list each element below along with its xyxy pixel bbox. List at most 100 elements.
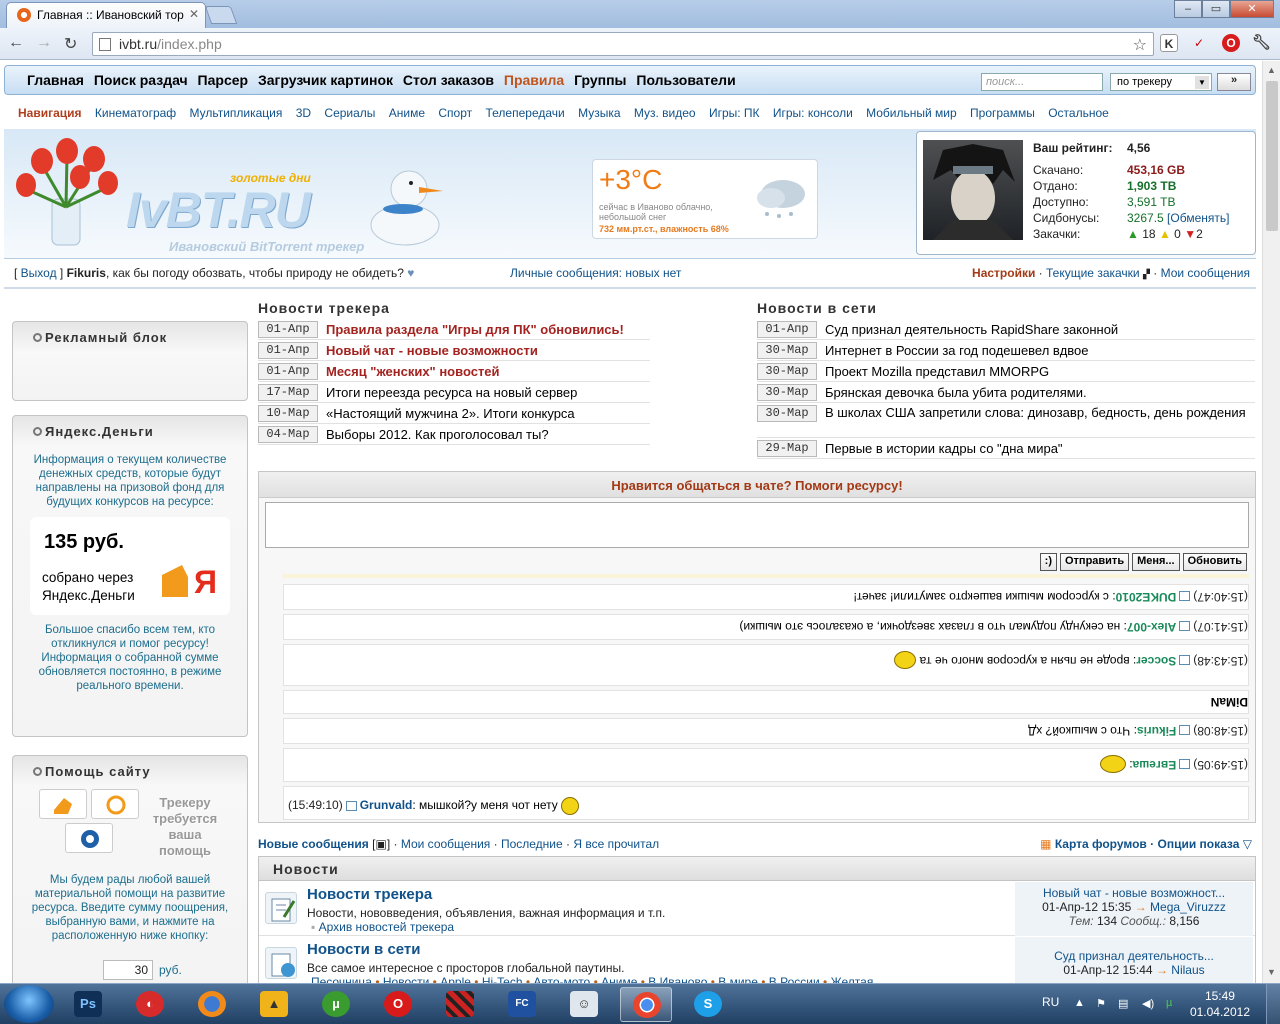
news-title[interactable]: Правила раздела "Игры для ПК" обновились… [326,322,624,337]
user-avatar[interactable] [923,140,1023,240]
last-post-user[interactable]: Nilaus [1171,963,1204,977]
news-title[interactable]: Брянская девочка была убита родителями. [825,385,1087,400]
reply-icon[interactable] [1179,759,1191,769]
menu-rules[interactable]: Правила [504,72,564,88]
qiwi-icon[interactable] [91,789,139,819]
last-post-title[interactable]: Новый чат - новые возможност... [1015,886,1253,900]
taskbar-app-red[interactable]: ◐ [124,987,176,1022]
news-item[interactable]: 30-Мар Проект Mozilla представил MMORPG [757,361,1255,382]
news-item[interactable]: 30-Мар В школах США запретили слова: дино… [757,403,1255,438]
chat-nick[interactable]: DUKE2010 [1116,590,1177,604]
yandex-money-widget[interactable]: 135 руб. собрано через Яндекс.Деньги Я [30,517,230,615]
subforum-link[interactable]: В Иваново [648,975,707,983]
bookmark-star-icon[interactable]: ☆ [1133,35,1147,55]
category-music-video[interactable]: Муз. видео [634,106,696,120]
category-tv[interactable]: Телепередачи [485,106,564,120]
chat-menu-button[interactable]: Меня... [1132,553,1180,571]
taskbar-clock[interactable]: 15:49 01.04.2012 [1190,988,1250,1020]
taskbar-utorrent[interactable]: µ [310,987,362,1022]
news-item[interactable]: 29-Мар Первые в истории кадры со "дна мир… [757,438,1255,459]
webmoney-icon[interactable] [65,823,113,853]
my-messages-link[interactable]: Мои сообщения [1161,266,1250,280]
category-anime[interactable]: Аниме [389,106,425,120]
donation-amount-input[interactable]: 30 [103,960,153,980]
scrollbar-thumb[interactable] [1266,81,1278,231]
reply-icon[interactable] [1179,655,1191,665]
latest-posts-link[interactable]: Последние [501,837,563,851]
category-other[interactable]: Остальное [1048,106,1109,120]
taskbar-app-stripes[interactable] [434,987,486,1022]
news-item[interactable]: 30-Мар Интернет в России за год подешевел… [757,340,1255,361]
search-input[interactable]: поиск... [981,73,1103,91]
reply-icon[interactable] [1179,591,1191,602]
news-title[interactable]: Проект Mozilla представил MMORPG [825,364,1049,379]
extension-k-icon[interactable]: K [1160,34,1178,52]
payment-method-icon[interactable] [39,789,87,819]
username[interactable]: Fikuris [67,266,106,280]
news-item[interactable]: 04-Мар Выборы 2012. Как проголосовал ты? [258,424,650,445]
new-posts-link[interactable]: Новые сообщения [258,837,369,851]
news-item[interactable]: 17-Мар Итоги переезда ресурса на новый се… [258,382,650,403]
maximize-button[interactable]: ▭ [1202,0,1230,18]
menu-image-uploader[interactable]: Загрузчик картинок [258,72,393,88]
subforum-link[interactable]: Apple [440,975,471,983]
chat-send-button[interactable]: Отправить [1059,553,1130,571]
tray-expand-icon[interactable]: ▲ [1074,997,1085,1009]
input-language[interactable]: RU [1042,995,1059,1009]
subforum-link[interactable]: В мире [718,975,758,983]
mark-all-read-link[interactable]: Я все прочитал [573,837,659,851]
category-pc-games[interactable]: Игры: ПК [709,106,760,120]
chat-nick[interactable]: Grunvald [360,798,413,812]
reply-icon[interactable] [345,801,357,811]
start-button[interactable] [4,985,54,1023]
news-item[interactable]: 10-Мар «Настоящий мужчина 2». Итоги конку… [258,403,650,424]
category-animation[interactable]: Мультипликация [190,106,283,120]
chat-message-input[interactable] [265,502,1249,548]
site-logo[interactable]: IvBT.RU [126,181,311,239]
menu-parser[interactable]: Парсер [198,72,249,88]
tray-network-icon[interactable]: ▤ [1118,997,1128,1010]
category-navigation[interactable]: Навигация [18,106,82,120]
news-title[interactable]: Интернет в России за год подешевел вдвое [825,343,1089,358]
news-item[interactable]: 01-Апр Правила раздела "Игры для ПК" обно… [258,319,650,340]
news-title[interactable]: «Настоящий мужчина 2». Итоги конкурса [326,406,575,421]
minimize-button[interactable]: – [1174,0,1202,18]
subforum-link[interactable]: Аниме [601,975,637,983]
taskbar-skype[interactable]: S [682,987,734,1022]
news-title[interactable]: Выборы 2012. Как проголосовал ты? [326,427,549,442]
view-options-link[interactable]: Опции показа [1157,837,1239,851]
news-title[interactable]: В школах США запретили слова: динозавр, … [825,406,1255,420]
reply-icon[interactable] [1179,725,1191,736]
news-title[interactable]: Суд признал деятельность RapidShare зако… [825,322,1118,337]
last-post-user[interactable]: Mega_Viruzzz [1150,900,1226,914]
category-series[interactable]: Сериалы [324,106,375,120]
search-go-button[interactable]: » [1217,73,1251,91]
reply-icon[interactable] [1179,621,1191,632]
news-item[interactable]: 01-Апр Месяц "женских" новостей [258,361,650,382]
menu-orders[interactable]: Стол заказов [403,72,494,88]
category-console-games[interactable]: Игры: консоли [773,106,853,120]
bonus-exchange-link[interactable]: [Обменять] [1167,211,1229,225]
chat-nick[interactable]: DiMaN [1211,695,1248,709]
tray-volume-icon[interactable]: ◀) [1142,997,1154,1010]
taskbar-app-mask[interactable]: ☺ [558,987,610,1022]
subforum-link[interactable]: Песочница [311,975,372,983]
browser-tab-active[interactable]: Главная :: Ивановский тор ✕ [6,2,206,28]
taskbar-photoshop[interactable]: Ps [62,987,114,1022]
subforum-link[interactable]: Hi-Tech [482,975,523,983]
category-3d[interactable]: 3D [296,106,311,120]
tray-flag-icon[interactable]: ⚑ [1096,997,1106,1010]
news-title[interactable]: Первые в истории кадры со "дна мира" [825,441,1063,456]
chat-refresh-button[interactable]: Обновить [1182,553,1247,571]
news-item[interactable]: 01-Апр Новый чат - новые возможности [258,340,650,361]
extension-adblock-icon[interactable]: O [1222,34,1240,52]
subforum-link[interactable]: Авто-мото [533,975,590,983]
close-window-button[interactable]: ✕ [1230,0,1274,18]
chat-nick[interactable]: Евгеша [1133,758,1177,772]
news-item[interactable]: 30-Мар Брянская девочка была убита родите… [757,382,1255,403]
category-sport[interactable]: Спорт [438,106,472,120]
chat-nick[interactable]: Alex-007 [1127,620,1176,634]
category-music[interactable]: Музыка [578,106,620,120]
show-desktop-button[interactable] [1266,984,1280,1024]
taskbar-opera[interactable]: O [372,987,424,1022]
